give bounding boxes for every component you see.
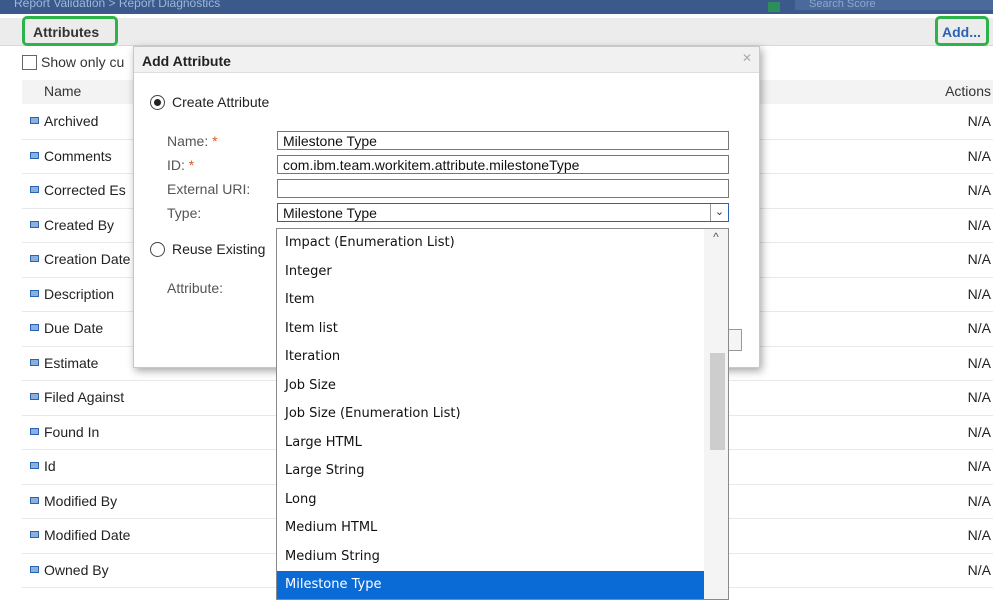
attribute-icon	[30, 289, 39, 297]
reuse-existing-radio[interactable]	[150, 242, 165, 257]
dropdown-scrollbar[interactable]: ^	[704, 229, 728, 599]
create-attribute-label: Create Attribute	[172, 94, 270, 110]
attribute-icon	[30, 186, 39, 193]
top-nav-bar: Report Validation > Report Diagnostics S…	[0, 0, 993, 14]
attribute-action: N/A	[967, 251, 991, 267]
id-label: ID: *	[167, 157, 195, 173]
attribute-action: N/A	[967, 182, 991, 198]
attribute-label: Attribute:	[167, 280, 224, 296]
dropdown-option[interactable]: Iteration	[277, 343, 705, 372]
apps-icon[interactable]	[768, 2, 780, 12]
attribute-action: N/A	[967, 320, 991, 336]
attributes-section-title: Attributes	[22, 16, 118, 46]
show-only-custom-checkbox[interactable]	[22, 55, 37, 70]
column-header-actions: Actions	[945, 83, 991, 99]
attribute-icon	[30, 117, 39, 124]
id-field[interactable]: com.ibm.team.workitem.attribute.mileston…	[277, 155, 729, 174]
dialog-title: Add Attribute	[134, 47, 759, 73]
attribute-name[interactable]: Description	[44, 286, 114, 302]
scrollbar-thumb[interactable]	[710, 353, 725, 450]
attribute-icon	[30, 393, 39, 400]
attribute-name[interactable]: Filed Against	[44, 389, 124, 405]
attribute-name[interactable]: Estimate	[44, 355, 98, 371]
attribute-name[interactable]: Comments	[44, 148, 112, 164]
dropdown-option[interactable]: Medium HTML	[277, 514, 705, 543]
dropdown-option[interactable]: Large String	[277, 457, 705, 486]
create-attribute-radio[interactable]	[150, 95, 165, 110]
column-header-name[interactable]: Name	[44, 83, 81, 99]
add-attribute-button[interactable]: Add...	[935, 16, 989, 46]
attribute-icon	[30, 565, 39, 573]
attribute-name[interactable]: Corrected Es	[44, 182, 126, 198]
close-icon[interactable]: ✕	[741, 52, 753, 64]
attribute-name[interactable]: Archived	[44, 113, 98, 129]
attribute-name[interactable]: Creation Date	[44, 251, 130, 267]
dropdown-option[interactable]: Job Size (Enumeration List)	[277, 400, 705, 429]
attribute-action: N/A	[967, 389, 991, 405]
attribute-icon	[30, 220, 39, 228]
chevron-up-icon[interactable]: ^	[710, 231, 722, 243]
attribute-name[interactable]: Found In	[44, 424, 99, 440]
external-uri-field[interactable]	[277, 179, 729, 198]
attribute-action: N/A	[967, 492, 991, 509]
attribute-icon	[30, 496, 39, 504]
reuse-existing-label: Reuse Existing	[172, 241, 266, 257]
attribute-action: N/A	[967, 113, 991, 129]
attribute-icon	[30, 531, 39, 538]
external-uri-label: External URI:	[167, 181, 251, 197]
attribute-name[interactable]: Modified Date	[44, 527, 130, 543]
dropdown-option[interactable]: Milestone Type	[277, 571, 705, 599]
show-only-custom-filter[interactable]: Show only cu	[22, 54, 124, 70]
attribute-action: N/A	[967, 527, 991, 543]
dropdown-option[interactable]: Impact (Enumeration List)	[277, 229, 705, 258]
name-field[interactable]: Milestone Type	[277, 131, 729, 150]
attribute-action: N/A	[967, 561, 991, 578]
attribute-icon	[30, 151, 39, 159]
attribute-action: N/A	[967, 354, 991, 371]
type-dropdown-list[interactable]: Milestone Type Medium String Medium HTML Lo…	[276, 228, 729, 600]
attribute-name[interactable]: Owned By	[44, 562, 109, 578]
dropdown-option[interactable]: Job Size	[277, 372, 705, 401]
attribute-name[interactable]: Modified By	[44, 493, 117, 509]
type-select[interactable]: Milestone Type ⌄	[277, 203, 729, 222]
attribute-icon	[30, 358, 39, 366]
attribute-icon	[30, 255, 39, 262]
attribute-icon	[30, 324, 39, 331]
filter-label: Show only cu	[41, 54, 125, 70]
attribute-icon	[30, 462, 39, 469]
dropdown-option[interactable]: Item list	[277, 315, 705, 344]
dropdown-option[interactable]: Medium String	[277, 543, 705, 572]
dropdown-option[interactable]: Item	[277, 286, 705, 315]
dropdown-option[interactable]: Integer	[277, 258, 705, 287]
attribute-action: N/A	[967, 216, 991, 233]
dialog-button[interactable]	[728, 329, 742, 351]
attribute-icon	[30, 427, 39, 435]
attribute-action: N/A	[967, 285, 991, 302]
attribute-name[interactable]: Id	[44, 458, 56, 474]
breadcrumb[interactable]: Report Validation > Report Diagnostics	[14, 0, 220, 10]
chevron-down-icon[interactable]: ⌄	[710, 204, 728, 221]
attribute-action: N/A	[967, 147, 991, 164]
dropdown-option[interactable]: Long	[277, 486, 705, 515]
search-input[interactable]: Search Score	[795, 0, 993, 10]
type-select-value: Milestone Type	[283, 205, 377, 221]
attribute-action: N/A	[967, 458, 991, 474]
attribute-name[interactable]: Due Date	[44, 320, 103, 336]
attribute-name[interactable]: Created By	[44, 217, 114, 233]
type-label: Type:	[167, 205, 202, 221]
dropdown-option[interactable]: Large HTML	[277, 429, 705, 458]
attribute-action: N/A	[967, 423, 991, 440]
attributes-header-bar	[0, 18, 993, 46]
name-label: Name: *	[167, 133, 218, 149]
